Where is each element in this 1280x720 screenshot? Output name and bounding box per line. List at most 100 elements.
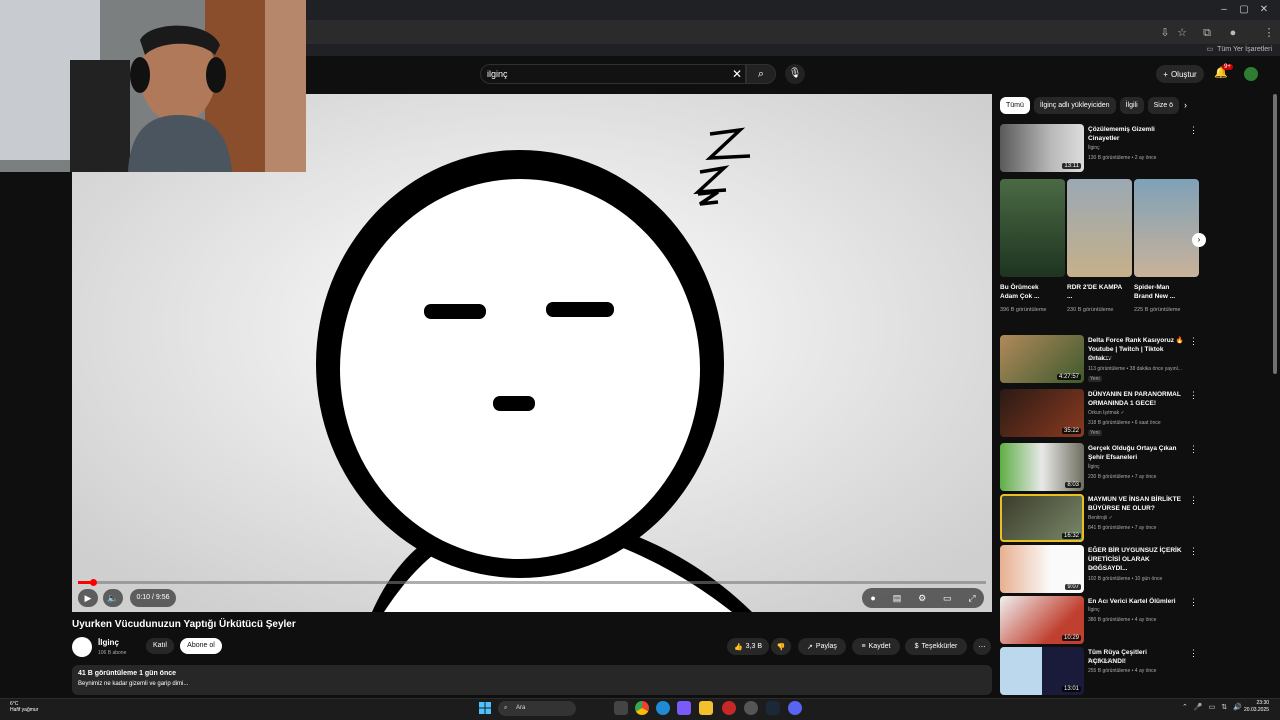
recommendation-item[interactable]: 9:07 EĞER BİR UYGUNSUZ İÇERİK ÜRETİCİSİ … [1000,545,1200,595]
kebab-menu-icon[interactable]: ⋮ [1189,390,1198,401]
channel-name[interactable]: İlginç [98,638,119,647]
recommendation-item[interactable]: 13:11 Çözülememiş Gizemli Cinayetler İlg… [1000,124,1200,174]
steam-icon[interactable] [766,701,780,715]
chevron-right-icon[interactable]: › [1184,100,1187,110]
rec-title[interactable]: MAYMUN VE İNSAN BİRLİKTE BÜYÜRSE NE OLUR… [1088,495,1186,513]
streamer-image [0,0,306,172]
edge-icon[interactable] [656,701,670,715]
kebab-menu-icon[interactable]: ⋮ [1189,648,1198,659]
autoplay-toggle-icon[interactable]: ● [870,593,875,603]
short-views: 225 B görüntüleme [1134,307,1181,313]
join-button[interactable]: Katıl [146,638,174,654]
chip-from-uploader[interactable]: İlginç adlı yükleyiciden [1033,97,1116,114]
volume-button[interactable]: 🔈 [103,589,123,607]
chip-all[interactable]: Tümü [1000,97,1030,114]
recommendation-item[interactable]: 35:22 DÜNYANIN EN PARANORMAL ORMANINDA 1… [1000,389,1200,439]
description-box[interactable]: 41 B görüntüleme 1 gün önce Beynimiz ne … [72,665,992,695]
dislike-button[interactable]: 👎 [771,638,791,655]
video-thumbnail[interactable]: 10:29 [1000,596,1084,644]
rec-title[interactable]: DÜNYANIN EN PARANORMAL ORMANINDA 1 GECE! [1088,390,1186,408]
share-icon: ↗ [807,643,813,651]
short-title[interactable]: Bu Örümcek Adam Çok ... [1000,283,1055,301]
recommendation-item[interactable]: 8:03 Gerçek Olduğu Ortaya Çıkan Şehir Ef… [1000,443,1200,493]
video-thumbnail[interactable]: 4:27:57 [1000,335,1084,383]
browser-menu-icon[interactable]: ⋮ [1262,26,1276,40]
subscribe-button[interactable]: Abone ol [180,638,222,654]
video-thumbnail[interactable]: 13:11 [1000,124,1084,172]
page-scrollbar[interactable] [1272,94,1278,694]
kebab-menu-icon[interactable]: ⋮ [1189,444,1198,455]
rec-title[interactable]: EĞER BİR UYGUNSUZ İÇERİK ÜRETİCİSİ OLARA… [1088,546,1186,573]
kebab-menu-icon[interactable]: ⋮ [1189,546,1198,557]
chrome-icon[interactable] [635,701,649,715]
recommendation-item[interactable]: 16:32 MAYMUN VE İNSAN BİRLİKTE BÜYÜRSE N… [1000,494,1200,544]
search-button[interactable]: ⌕ [746,64,776,84]
create-button[interactable]: + Oluştur [1156,65,1204,83]
video-thumbnail[interactable]: 13:01 [1000,647,1084,695]
taskbar-search[interactable]: ⌕ Ara [498,701,576,716]
search-icon: ⌕ [504,705,508,711]
discord-icon[interactable] [788,701,802,715]
search-input[interactable]: ilginç ✕ [480,64,746,84]
chip-related[interactable]: İlgili [1119,97,1144,114]
subtitles-icon[interactable]: ▤ [893,593,902,604]
short-thumbnail[interactable] [1134,179,1199,277]
system-tray[interactable]: ⌃🎤▭⇅🔊 [1182,703,1248,711]
like-button[interactable]: 👍 3,3 B [727,638,769,655]
rec-title[interactable]: En Acı Verici Kartel Ölümleri [1088,597,1186,606]
kebab-menu-icon[interactable]: ⋮ [1189,597,1198,608]
clear-search-icon[interactable]: ✕ [732,67,742,81]
recommendation-item[interactable]: 10:29 En Acı Verici Kartel Ölümleri İlgi… [1000,596,1200,646]
save-button[interactable]: ≡ Kaydet [852,638,900,655]
install-icon[interactable]: ⇩ [1158,26,1172,40]
maximize-button[interactable]: ▢ [1238,4,1250,16]
short-title[interactable]: RDR 2'DE KAMPA ... [1067,283,1122,301]
fullscreen-icon[interactable]: ⤢ [968,593,975,604]
app-icon[interactable] [722,701,736,715]
profile-icon[interactable]: ● [1226,26,1240,40]
all-bookmarks-folder[interactable]: ▭ Tüm Yer İşaretleri [1207,45,1272,54]
recommendation-item[interactable]: 4:27:57 Delta Force Rank Kasıyoruz 🔥 You… [1000,335,1200,385]
task-view-icon[interactable] [614,701,628,715]
voice-search-button[interactable]: 🎙 [785,64,805,84]
copilot-icon[interactable] [677,701,691,715]
obs-icon[interactable] [744,701,758,715]
settings-gear-icon[interactable]: ⚙ [918,593,926,604]
share-button[interactable]: ↗ Paylaş [798,638,846,655]
more-actions-button[interactable]: ⋯ [973,638,991,655]
chevron-right-icon[interactable]: › [1192,233,1206,247]
rec-title[interactable]: Gerçek Olduğu Ortaya Çıkan Şehir Efsanel… [1088,444,1186,462]
kebab-menu-icon[interactable]: ⋮ [1189,125,1198,136]
thanks-button[interactable]: $ Teşekkürler [905,638,967,655]
scrubber-handle[interactable] [90,579,97,586]
save-icon: ≡ [861,643,866,650]
progress-bar[interactable] [78,579,986,586]
scrollbar-thumb[interactable] [1273,94,1277,374]
short-thumbnail[interactable] [1067,179,1132,277]
chip-for-you[interactable]: Size ö [1147,97,1180,114]
close-window-button[interactable]: ✕ [1258,4,1270,16]
bookmark-star-icon[interactable]: ☆ [1175,26,1189,40]
short-title[interactable]: Spider-Man Brand New ... [1134,283,1189,301]
account-avatar[interactable] [1244,67,1258,81]
weather-widget[interactable]: 6°C Hafif yağmur [10,701,38,713]
video-thumbnail[interactable]: 16:32 [1000,494,1084,542]
taskbar-clock[interactable]: 23:30 20.03.2025 [1244,700,1269,714]
video-thumbnail[interactable]: 35:22 [1000,389,1084,437]
short-thumbnail[interactable] [1000,179,1065,277]
file-explorer-icon[interactable] [699,701,713,715]
theater-mode-icon[interactable]: ▭ [943,593,952,604]
windows-start-icon[interactable] [479,702,491,714]
rec-meta: 380 B görüntüleme • 4 ay önce [1088,617,1157,623]
subscriber-count: 106 B abone [98,650,127,656]
channel-avatar[interactable] [72,637,92,657]
video-thumbnail[interactable]: 9:07 [1000,545,1084,593]
kebab-menu-icon[interactable]: ⋮ [1189,336,1198,347]
video-thumbnail[interactable]: 8:03 [1000,443,1084,491]
extensions-icon[interactable]: ⧉ [1200,26,1214,40]
recommendation-item[interactable]: 13:01 Tüm Rüya Çeşitleri AÇIKLANDI! Bob … [1000,647,1200,695]
kebab-menu-icon[interactable]: ⋮ [1189,495,1198,506]
minimize-button[interactable]: – [1218,4,1230,16]
play-button[interactable]: ▶ [78,589,98,607]
rec-title[interactable]: Çözülememiş Gizemli Cinayetler [1088,125,1186,143]
